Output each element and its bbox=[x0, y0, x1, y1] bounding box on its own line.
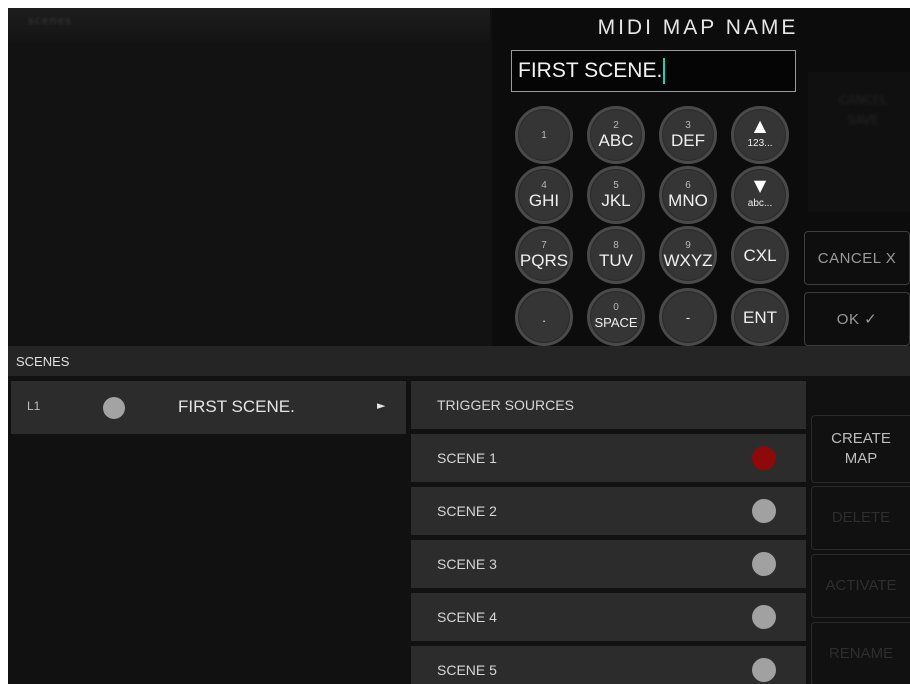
trigger-item-scene-5[interactable]: SCENE 5 bbox=[411, 646, 806, 684]
key-label: GHI bbox=[528, 191, 560, 210]
key-number: 8 bbox=[613, 240, 619, 251]
trigger-sources-header: TRIGGER SOURCES bbox=[411, 381, 806, 429]
scenes-header-bar bbox=[8, 346, 910, 376]
key-1[interactable]: 1 bbox=[515, 106, 573, 164]
key-shift-down[interactable]: ▼ abc... bbox=[731, 166, 789, 224]
key-number: 2 bbox=[613, 120, 619, 131]
key-number: 0 bbox=[613, 302, 619, 313]
trigger-item-scene-1[interactable]: SCENE 1 bbox=[411, 434, 806, 482]
key-label: JKL bbox=[601, 191, 631, 210]
delete-button[interactable]: DELETE bbox=[811, 486, 910, 550]
key-number: 5 bbox=[613, 180, 619, 191]
scenes-header: SCENES bbox=[16, 354, 70, 369]
key-0-space[interactable]: 0 SPACE bbox=[587, 288, 645, 346]
key-cancel-input[interactable]: CXL bbox=[731, 226, 789, 284]
background-save-label: SAVE bbox=[847, 113, 879, 127]
key-label: CXL bbox=[743, 245, 777, 265]
trigger-label: SCENE 5 bbox=[437, 662, 497, 678]
trigger-status-dot bbox=[752, 446, 776, 470]
key-label: - bbox=[685, 309, 691, 325]
key-label: 123... bbox=[747, 137, 773, 149]
scene-list-item[interactable]: L1 FIRST SCENE. ► bbox=[11, 381, 406, 434]
app-window: scenes MIDI MAP NAME FIRST SCENE. 1 2 AB… bbox=[8, 8, 910, 684]
key-label: SPACE bbox=[594, 315, 638, 330]
up-arrow-icon: ▲ bbox=[753, 115, 767, 135]
key-number: 9 bbox=[685, 240, 691, 251]
key-shift-up[interactable]: ▲ 123... bbox=[731, 106, 789, 164]
key-label: ABC bbox=[598, 131, 634, 150]
background-cancel-label: CANCEL bbox=[838, 93, 888, 107]
play-arrow-icon: ► bbox=[377, 399, 386, 412]
ok-button[interactable]: OK ✓ bbox=[804, 292, 910, 346]
text-caret bbox=[663, 58, 666, 84]
key-6-mno[interactable]: 6 MNO bbox=[659, 166, 717, 224]
key-label: MNO bbox=[668, 191, 708, 210]
delete-label: DELETE bbox=[831, 509, 891, 526]
trigger-item-scene-3[interactable]: SCENE 3 bbox=[411, 540, 806, 588]
activate-label: ACTIVATE bbox=[825, 577, 897, 594]
key-7-pqrs[interactable]: 7 PQRS bbox=[515, 226, 573, 284]
key-label: TUV bbox=[599, 251, 633, 270]
key-number: 4 bbox=[541, 180, 547, 191]
key-9-wxyz[interactable]: 9 WXYZ bbox=[659, 226, 717, 284]
cancel-button[interactable]: CANCEL X bbox=[804, 231, 910, 285]
trigger-status-dot bbox=[752, 552, 776, 576]
key-5-jkl[interactable]: 5 JKL bbox=[587, 166, 645, 224]
keyboard-title: MIDI MAP NAME bbox=[597, 16, 799, 39]
trigger-label: SCENE 4 bbox=[437, 609, 497, 625]
key-2-abc[interactable]: 2 ABC bbox=[587, 106, 645, 164]
key-label: . bbox=[542, 309, 546, 325]
scene-status-dot bbox=[103, 397, 125, 419]
background-panel-header bbox=[8, 8, 490, 42]
trigger-label: SCENE 3 bbox=[437, 556, 497, 572]
key-label: abc... bbox=[747, 197, 773, 209]
key-3-def[interactable]: 3 DEF bbox=[659, 106, 717, 164]
key-number: 3 bbox=[685, 120, 691, 131]
background-panel bbox=[8, 8, 490, 346]
rename-label: RENAME bbox=[828, 645, 894, 662]
key-enter[interactable]: ENT bbox=[731, 288, 789, 346]
key-4-ghi[interactable]: 4 GHI bbox=[515, 166, 573, 224]
trigger-status-dot bbox=[752, 605, 776, 629]
key-8-tuv[interactable]: 8 TUV bbox=[587, 226, 645, 284]
map-name-value: FIRST SCENE. bbox=[518, 59, 663, 82]
key-label: DEF bbox=[671, 131, 705, 150]
trigger-sources-title: TRIGGER SOURCES bbox=[437, 397, 574, 413]
trigger-status-dot bbox=[752, 658, 776, 682]
rename-button[interactable]: RENAME bbox=[811, 622, 910, 684]
trigger-label: SCENE 2 bbox=[437, 503, 497, 519]
key-dash[interactable]: - bbox=[659, 288, 717, 346]
key-label: ENT bbox=[743, 307, 777, 327]
trigger-status-dot bbox=[752, 499, 776, 523]
key-label: WXYZ bbox=[663, 251, 713, 270]
scene-name: FIRST SCENE. bbox=[178, 397, 295, 416]
map-name-input[interactable]: FIRST SCENE. bbox=[511, 50, 796, 92]
key-label: PQRS bbox=[519, 251, 569, 270]
key-period[interactable]: . bbox=[515, 288, 573, 346]
key-number: 7 bbox=[541, 240, 547, 251]
key-number: 1 bbox=[541, 129, 547, 141]
background-side-text: CANCEL SAVE bbox=[828, 90, 898, 130]
key-number: 6 bbox=[685, 180, 691, 191]
trigger-item-scene-2[interactable]: SCENE 2 bbox=[411, 487, 806, 535]
trigger-label: SCENE 1 bbox=[437, 450, 497, 466]
create-map-label: CREATE MAP bbox=[831, 430, 891, 467]
background-panel-title: scenes bbox=[28, 14, 73, 27]
activate-button[interactable]: ACTIVATE bbox=[811, 554, 910, 618]
scene-id: L1 bbox=[27, 399, 41, 413]
down-arrow-icon: ▼ bbox=[753, 175, 767, 195]
create-map-button[interactable]: CREATE MAP bbox=[811, 415, 910, 483]
trigger-item-scene-4[interactable]: SCENE 4 bbox=[411, 593, 806, 641]
